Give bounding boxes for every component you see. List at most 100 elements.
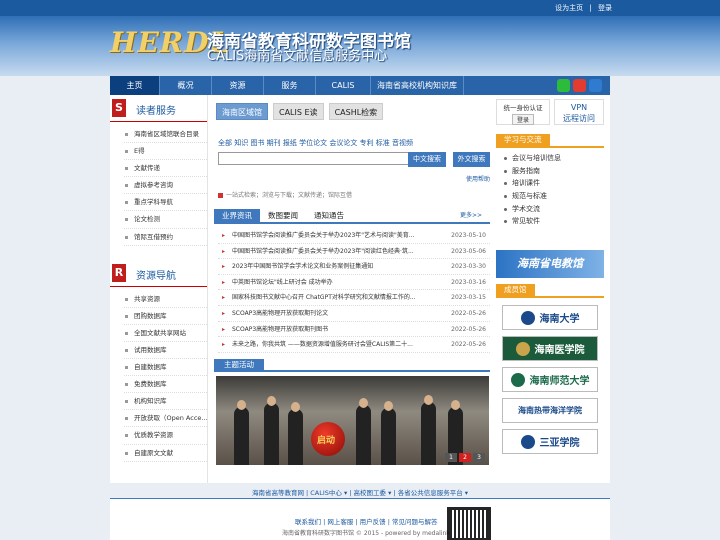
site-subtitle: CALIS海南省文献信息服务中心: [207, 49, 388, 64]
list-item[interactable]: 论文检测: [124, 211, 207, 229]
list-item[interactable]: SCOAP3高能物理开放获取期刊论文 2022-05-26: [218, 306, 490, 322]
news-title[interactable]: SCOAP3高能物理开放获取期刊图书: [232, 322, 418, 338]
nav-home[interactable]: 主页: [110, 76, 160, 95]
qr-code-icon: [447, 507, 491, 540]
list-item[interactable]: 国家科技图书文献中心召开 ChatGPT对科学研究和文献情报工作的... 2023…: [218, 290, 490, 306]
list-item[interactable]: 共享资源: [124, 291, 207, 308]
carousel-page-3[interactable]: 3: [473, 453, 485, 462]
list-item[interactable]: 机构知识库: [124, 393, 207, 411]
tab-notices[interactable]: 通知通告: [306, 209, 352, 222]
login-link[interactable]: 登录: [598, 4, 612, 12]
nav-services[interactable]: 服务: [264, 76, 316, 95]
tab-cashl[interactable]: CASHL检索: [328, 103, 384, 120]
news-title[interactable]: 国家科技图书文献中心召开 ChatGPT对科学研究和文献情报工作的...: [232, 290, 418, 306]
list-item[interactable]: 全国文献共享网站: [124, 325, 207, 342]
news-date: 2022-05-26: [451, 309, 486, 317]
photo-figure-head: [384, 401, 393, 411]
emblem-icon: [510, 372, 525, 387]
photo-figure-head: [424, 395, 433, 405]
chinese-search-button[interactable]: 中文搜索: [408, 152, 446, 167]
vpn-link[interactable]: VPN 远程访问: [554, 99, 604, 125]
list-item[interactable]: 开放获取（Open Acce...: [124, 410, 207, 428]
list-item[interactable]: 2023年中国图书馆学会学术论文和业务案例征集通知 2023-03-30: [218, 259, 490, 275]
unified-auth-label: 统一身份认证: [503, 104, 543, 112]
nav-calis[interactable]: CALIS: [316, 76, 371, 95]
carousel-page-1[interactable]: 1: [445, 453, 457, 462]
list-item[interactable]: 常见软件: [496, 215, 604, 228]
photo-figure-head: [291, 402, 300, 412]
list-item[interactable]: 虚拟参考咨询: [124, 177, 207, 195]
wechat-icon[interactable]: [557, 79, 570, 92]
list-item[interactable]: SCOAP3高能物理开放获取期刊图书 2022-05-26: [218, 322, 490, 338]
news-title[interactable]: SCOAP3高能物理开放获取期刊论文: [232, 306, 418, 322]
list-item[interactable]: 优质教学资源: [124, 427, 207, 445]
foreign-search-button[interactable]: 外文搜索: [453, 152, 490, 167]
mail-icon[interactable]: [589, 79, 602, 92]
resource-nav-header: R 资源导航: [110, 260, 207, 287]
member-name: 三亚学院: [539, 438, 580, 449]
carousel-page-2[interactable]: 2: [459, 453, 471, 462]
news-title[interactable]: 2023年中国图书馆学会学术论文和业务案例征集通知: [232, 259, 418, 275]
list-item[interactable]: 中国图书馆学会阅读推广委员会关于举办2023年"阅读红色经典·筑... 2023-…: [218, 244, 490, 260]
weibo-icon[interactable]: [573, 79, 586, 92]
list-item[interactable]: 自建数据库: [124, 359, 207, 377]
set-homepage-link[interactable]: 设为主页: [555, 4, 583, 12]
photo-figure: [356, 405, 371, 465]
news-more-link[interactable]: 更多>>: [452, 209, 490, 222]
news-title[interactable]: 中国图书馆学会阅读推广委员会关于举办2023年"艺术与阅读"美育...: [232, 228, 418, 244]
list-item[interactable]: 中英图书馆论坛"线上研讨会 成功举办 2023-03-16: [218, 275, 490, 291]
member-hainan-medical[interactable]: 海南医学院: [502, 336, 598, 361]
footer-contact-links[interactable]: 联系我们 | 网上客服 | 用户反馈 | 常见问题与解答: [295, 516, 437, 526]
news-date: 2023-03-15: [451, 294, 486, 302]
member-hainan-normal[interactable]: 海南师范大学: [502, 367, 598, 392]
list-item[interactable]: 试用数据库: [124, 342, 207, 360]
login-button[interactable]: 登录: [511, 114, 534, 125]
nav-repository[interactable]: 海南省高校机构知识库: [371, 76, 464, 95]
news-date: 2023-05-06: [451, 247, 486, 255]
list-item[interactable]: 会议与培训信息: [496, 152, 604, 165]
list-item[interactable]: 文献传递: [124, 160, 207, 178]
list-item[interactable]: 规范与标准: [496, 190, 604, 203]
member-sanya-university[interactable]: 三亚学院: [502, 429, 598, 454]
news-title[interactable]: 未来之路，你我共筑 ——数据资源增值服务研讨会暨CALIS第二十...: [232, 337, 418, 353]
nav-resources[interactable]: 资源: [212, 76, 264, 95]
activity-photo-carousel[interactable]: 启动 1 2 3: [216, 376, 489, 465]
news-date: 2022-05-26: [451, 325, 486, 333]
photo-figure: [421, 402, 436, 465]
member-tropical-ocean[interactable]: 海南热带海洋学院: [502, 398, 598, 423]
r-badge-icon: R: [112, 263, 126, 282]
footer-link-bar[interactable]: 海南省高等教育网 | CALIS中心 ▾ | 高校图工委 ▾ | 各省公共信息服…: [0, 487, 720, 497]
exchange-title: 学习与交流: [496, 134, 550, 146]
left-sidebar: S 读者服务 海南省区域馆联合目录 E得 文献传递 虚拟参考咨询 重点学科导航 …: [110, 95, 208, 483]
list-item[interactable]: 培训课件: [496, 177, 604, 190]
edu-center-banner[interactable]: 海南省电教馆: [496, 250, 604, 278]
tab-library-news[interactable]: 数图要闻: [260, 209, 306, 222]
topbar-separator: |: [589, 4, 592, 12]
member-name: 海南热带海洋学院: [518, 406, 582, 415]
member-libraries-header: 成员馆: [496, 284, 604, 298]
nav-overview[interactable]: 概况: [160, 76, 212, 95]
list-item[interactable]: 海南省区域馆联合目录: [124, 126, 207, 144]
news-title[interactable]: 中国图书馆学会阅读推广委员会关于举办2023年"阅读红色经典·筑...: [232, 244, 418, 260]
search-input[interactable]: [218, 152, 411, 165]
list-item[interactable]: 未来之路，你我共筑 ——数据资源增值服务研讨会暨CALIS第二十... 2022-…: [218, 337, 490, 353]
tab-hainan-region[interactable]: 海南区域馆: [216, 103, 268, 120]
news-title[interactable]: 中英图书馆论坛"线上研讨会 成功举办: [232, 275, 418, 291]
photo-figure: [288, 409, 303, 465]
tab-industry-news[interactable]: 业界资讯: [214, 209, 260, 222]
list-item[interactable]: 中国图书馆学会阅读推广委员会关于举办2023年"艺术与阅读"美育... 2023-…: [218, 228, 490, 244]
list-item[interactable]: 重点学科导航: [124, 194, 207, 212]
search-categories[interactable]: 全部 知识 图书 期刊 报纸 学位论文 会议论文 专利 标准 音视频: [218, 138, 413, 148]
list-item[interactable]: 服务指南: [496, 165, 604, 178]
list-item[interactable]: 学术交流: [496, 203, 604, 216]
center-column: 海南区域馆 CALIS E读 CASHL检索 全部 知识 图书 期刊 报纸 学位…: [210, 95, 493, 483]
photo-figure: [381, 408, 396, 465]
help-link[interactable]: 使用帮助: [466, 174, 490, 183]
member-hainan-university[interactable]: 海南大学: [502, 305, 598, 330]
list-item[interactable]: E得: [124, 143, 207, 161]
list-item[interactable]: 自建原文文献: [124, 445, 207, 462]
list-item[interactable]: 免费数据库: [124, 376, 207, 394]
list-item[interactable]: 馆际互借预约: [124, 229, 207, 246]
tab-calis-eread[interactable]: CALIS E读: [273, 103, 324, 120]
list-item[interactable]: 团购数据库: [124, 308, 207, 325]
